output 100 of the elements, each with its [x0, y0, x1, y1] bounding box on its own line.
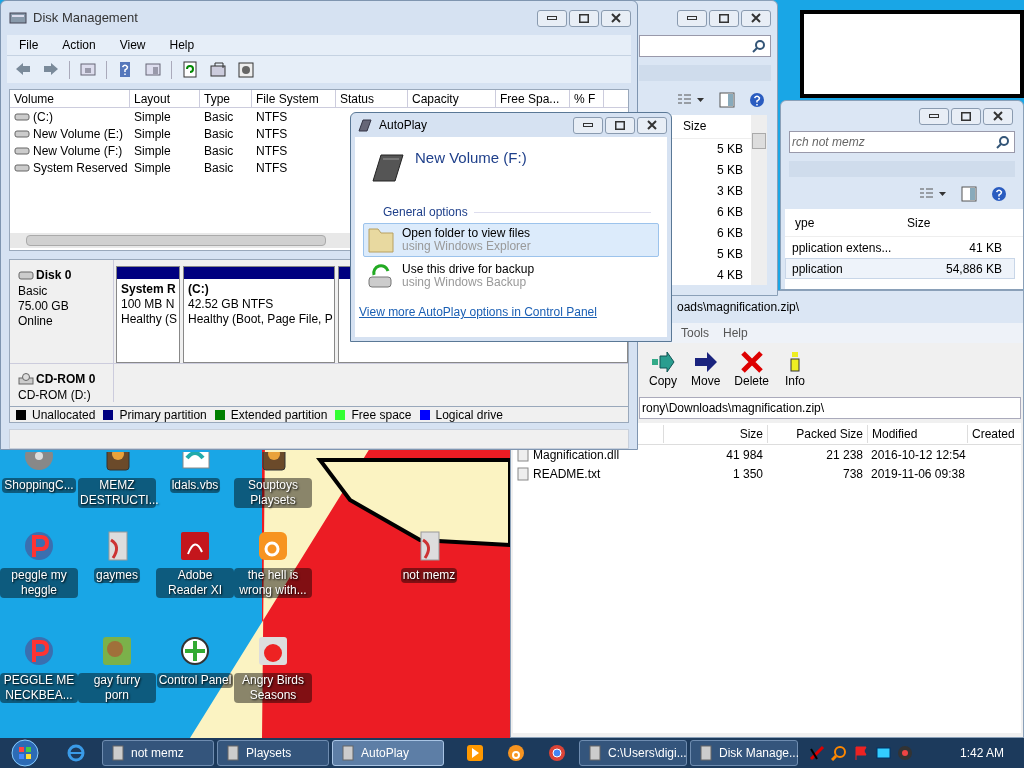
- magnifier-icon[interactable]: [831, 745, 847, 761]
- table-cell-text: New Volume (F:): [33, 142, 123, 160]
- table-cell-text: New Volume (E:): [33, 125, 124, 143]
- column-header[interactable]: Status: [336, 90, 408, 107]
- file-size: 6 KB: [716, 203, 744, 221]
- drive-name: New Volume (F:): [415, 149, 527, 167]
- preview-pane-icon: [961, 186, 977, 202]
- vertical-scrollbar[interactable]: [751, 115, 767, 285]
- autoplay-option[interactable]: Open folder to view files using Windows Explorer: [363, 223, 659, 257]
- column-header[interactable]: ype: [785, 213, 897, 232]
- settings-button[interactable]: [236, 59, 256, 80]
- disk-name: Disk 0: [36, 267, 72, 284]
- file-row[interactable]: pplication extens... 41 KB: [785, 237, 1015, 258]
- move-icon: [693, 351, 718, 373]
- menu-item[interactable]: File: [7, 36, 51, 54]
- properties-button[interactable]: [208, 59, 228, 80]
- file-name: README.txt: [533, 465, 601, 483]
- browser-icon: [547, 743, 567, 763]
- column-header[interactable]: Layout: [130, 90, 200, 107]
- window-title: AutoPlay: [379, 117, 428, 134]
- clock[interactable]: 1:42 AM: [959, 744, 1004, 762]
- menu-item[interactable]: Help: [723, 324, 748, 342]
- minimize-button[interactable]: [573, 116, 603, 134]
- help-icon[interactable]: [749, 92, 765, 108]
- menu-item[interactable]: Action: [50, 36, 108, 54]
- column-header[interactable]: % F: [570, 90, 604, 107]
- table-cell-text: 21 238: [825, 446, 864, 464]
- maximize-button[interactable]: [709, 9, 739, 27]
- section-heading: General options: [383, 204, 468, 221]
- maximize-button[interactable]: [951, 107, 981, 125]
- start-icon: [11, 739, 39, 767]
- taskbar-button[interactable]: Playsets: [217, 740, 329, 766]
- settings-icon: [237, 61, 255, 78]
- minimize-button[interactable]: [919, 107, 949, 125]
- maximize-button[interactable]: [569, 9, 599, 27]
- autoplay-icon: [357, 117, 373, 133]
- column-header[interactable]: Size: [663, 424, 767, 443]
- column-header[interactable]: File System: [252, 90, 336, 107]
- minimize-button[interactable]: [677, 9, 707, 27]
- window-icon: [341, 745, 355, 761]
- delete-button[interactable]: Delete: [730, 351, 774, 389]
- speaker-icon[interactable]: [897, 745, 913, 761]
- close-button[interactable]: [983, 107, 1013, 125]
- column-header[interactable]: Packed Size: [767, 424, 867, 443]
- flag-icon[interactable]: [853, 745, 869, 761]
- taskbar-button[interactable]: Disk Manage...: [690, 740, 798, 766]
- copy-button[interactable]: Copy: [645, 351, 681, 389]
- column-header[interactable]: Capacity: [408, 90, 496, 107]
- column-header[interactable]: Created: [967, 424, 1024, 443]
- search-input[interactable]: rch not memz: [790, 133, 996, 151]
- path-field[interactable]: rony\Downloads\magnification.zip\: [639, 397, 1021, 419]
- maximize-icon: [961, 111, 971, 121]
- script-icon: [179, 452, 211, 472]
- help-icon[interactable]: [991, 186, 1007, 202]
- browser-icon: [257, 530, 289, 562]
- maximize-icon: [615, 120, 625, 130]
- menu-item[interactable]: View: [107, 36, 158, 54]
- partition-box[interactable]: System R 100 MB N Healthy (S: [116, 266, 180, 363]
- table-cell-text: 2016-10-12 12:54: [870, 446, 967, 464]
- column-header[interactable]: Size: [897, 213, 1019, 232]
- file-row[interactable]: pplication 54,886 KB: [785, 258, 1015, 279]
- close-button[interactable]: [741, 9, 771, 27]
- column-header[interactable]: Size: [683, 117, 707, 136]
- table-cell-text: NTFS: [256, 142, 288, 160]
- taskbar-button[interactable]: AutoPlay: [332, 740, 444, 766]
- partition-box[interactable]: (C:) 42.52 GB NTFS Healthy (Boot, Page File, P: [183, 266, 335, 363]
- close-button[interactable]: [601, 9, 631, 27]
- partition-info: Healthy (S: [121, 312, 175, 327]
- folder-icon: [366, 225, 396, 255]
- column-header[interactable]: Modified: [867, 424, 967, 443]
- copy-icon: [651, 351, 675, 373]
- minimize-button[interactable]: [537, 9, 567, 27]
- disk-info: 75.00 GB: [18, 299, 70, 314]
- search-field[interactable]: rch not memz: [789, 131, 1015, 153]
- taskbar-button[interactable]: not memz: [102, 740, 214, 766]
- table-cell-text: Basic: [204, 142, 234, 160]
- refresh-button[interactable]: [180, 59, 200, 80]
- info-button[interactable]: Info: [779, 351, 812, 389]
- monitor-icon[interactable]: [875, 745, 891, 761]
- close-button[interactable]: [637, 116, 667, 134]
- file-icon: [517, 447, 529, 462]
- table-cell-text: Basic: [204, 108, 234, 126]
- partition-info: (C:): [188, 282, 210, 297]
- minimize-icon: [547, 16, 557, 20]
- file-size: 4 KB: [716, 266, 744, 284]
- table-cell-text: NTFS: [256, 108, 288, 126]
- legend-label: Free space: [351, 406, 412, 424]
- move-button[interactable]: Move: [687, 351, 725, 389]
- column-header[interactable]: Type: [200, 90, 252, 107]
- search-field[interactable]: [639, 35, 771, 57]
- start-button[interactable]: [8, 739, 42, 767]
- menu-item[interactable]: Tools: [681, 324, 709, 342]
- menu-item[interactable]: Help: [157, 36, 207, 54]
- column-header[interactable]: Volume: [10, 90, 130, 107]
- maximize-button[interactable]: [605, 116, 635, 134]
- taskbar-button[interactable]: C:\Users\digi...: [579, 740, 687, 766]
- option-title: Open folder to view files: [402, 227, 531, 240]
- autoplay-option[interactable]: Use this drive for backup using Windows Backup: [363, 259, 659, 293]
- pen-icon[interactable]: [809, 745, 825, 761]
- column-header[interactable]: Free Spa...: [496, 90, 570, 107]
